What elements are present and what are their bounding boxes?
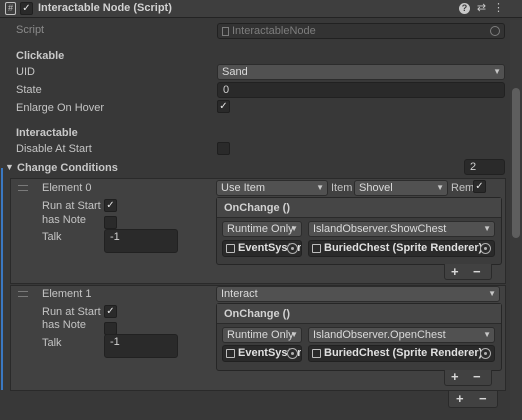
- rem-checkbox[interactable]: ✓: [473, 180, 486, 193]
- disable-label: Disable At Start: [16, 143, 92, 155]
- chevron-down-icon: ▼: [493, 67, 501, 76]
- event-title: OnChange (): [217, 304, 501, 324]
- component-enabled-checkbox[interactable]: ✓: [20, 2, 33, 15]
- runtime-dropdown[interactable]: Runtime Only ▼: [222, 327, 302, 343]
- argument-object-field[interactable]: BuriedChest (Sprite Renderer): [308, 345, 495, 362]
- run-at-start-label: Run at Start: [42, 200, 101, 212]
- uid-value: Sand: [222, 66, 248, 78]
- talk-label: Talk: [42, 337, 62, 349]
- action-value: Use Item: [221, 182, 266, 194]
- script-name: InteractableNode: [232, 25, 316, 37]
- scrollbar-thumb[interactable]: [512, 88, 520, 238]
- foldout-arrow-icon[interactable]: [0, 3, 4, 14]
- clickable-header: Clickable: [16, 50, 65, 62]
- rem-label: Rem: [451, 182, 473, 194]
- uid-dropdown[interactable]: Sand ▼: [217, 64, 505, 80]
- runtime-dropdown[interactable]: Runtime Only ▼: [222, 221, 302, 237]
- disable-checkbox[interactable]: [217, 142, 230, 155]
- enlarge-label: Enlarge On Hover: [16, 102, 105, 114]
- foldout-indent-bar: [1, 168, 3, 390]
- component-title: Interactable Node (Script): [38, 2, 172, 14]
- script-label: Script: [16, 24, 45, 36]
- chevron-down-icon: ▼: [290, 330, 298, 339]
- item-label: Item: [331, 182, 353, 194]
- element-label: Element 0: [42, 182, 92, 194]
- object-picker-icon[interactable]: [480, 243, 491, 254]
- remove-listener-button[interactable]: −: [473, 369, 481, 384]
- has-note-label: has Note: [42, 214, 87, 226]
- change-conditions-label: Change Conditions: [17, 162, 118, 174]
- argument-object-field[interactable]: BuriedChest (Sprite Renderer): [308, 240, 495, 257]
- method-value: IslandObserver.OpenChest: [313, 329, 446, 341]
- uid-label: UID: [16, 66, 35, 78]
- talk-label: Talk: [42, 231, 62, 243]
- state-label: State: [16, 84, 42, 96]
- script-icon: #: [5, 2, 16, 15]
- sprite-renderer-icon: [312, 244, 321, 253]
- runtime-value: Runtime Only: [227, 223, 294, 235]
- chevron-down-icon: ▼: [488, 289, 496, 298]
- has-note-checkbox[interactable]: [104, 216, 117, 229]
- chevron-down-icon: ▼: [483, 330, 491, 339]
- talk-input[interactable]: -1: [104, 334, 178, 358]
- chevron-down-icon: ▼: [290, 224, 298, 233]
- method-dropdown[interactable]: IslandObserver.ShowChest ▼: [308, 221, 495, 237]
- run-at-start-checkbox[interactable]: ✓: [104, 305, 117, 318]
- add-listener-button[interactable]: +: [451, 264, 459, 279]
- argument-object-value: BuriedChest (Sprite Renderer): [324, 347, 483, 359]
- script-file-icon: [222, 27, 229, 36]
- run-at-start-label: Run at Start: [42, 306, 101, 318]
- add-listener-button[interactable]: +: [451, 369, 459, 384]
- target-object-field[interactable]: EventSystem: [222, 240, 302, 257]
- remove-element-button[interactable]: −: [479, 391, 487, 406]
- runtime-value: Runtime Only: [227, 329, 294, 341]
- action-dropdown[interactable]: Interact ▼: [216, 286, 500, 302]
- interactable-header: Interactable: [16, 127, 78, 139]
- preset-icon[interactable]: ⇄: [475, 2, 488, 15]
- object-picker-icon[interactable]: [490, 26, 500, 36]
- script-field: InteractableNode: [217, 23, 505, 39]
- item-dropdown[interactable]: Shovel ▼: [354, 180, 448, 196]
- more-icon[interactable]: ⋮: [492, 2, 505, 15]
- foldout-arrow-icon[interactable]: ▼: [5, 162, 14, 172]
- remove-listener-button[interactable]: −: [473, 264, 481, 279]
- target-object-field[interactable]: EventSystem: [222, 345, 302, 362]
- chevron-down-icon: ▼: [483, 224, 491, 233]
- chevron-down-icon: ▼: [436, 183, 444, 192]
- array-size-input[interactable]: 2: [464, 159, 505, 175]
- object-picker-icon[interactable]: [287, 348, 298, 359]
- action-value: Interact: [221, 288, 258, 300]
- chevron-down-icon: ▼: [316, 183, 324, 192]
- action-dropdown[interactable]: Use Item ▼: [216, 180, 328, 196]
- add-element-button[interactable]: +: [456, 391, 464, 406]
- method-dropdown[interactable]: IslandObserver.OpenChest ▼: [308, 327, 495, 343]
- element-label: Element 1: [42, 288, 92, 300]
- has-note-label: has Note: [42, 319, 87, 331]
- method-value: IslandObserver.ShowChest: [313, 223, 447, 235]
- gameobject-icon: [226, 244, 235, 253]
- run-at-start-checkbox[interactable]: ✓: [104, 199, 117, 212]
- talk-input[interactable]: -1: [104, 229, 178, 253]
- drag-handle-icon[interactable]: [18, 185, 28, 191]
- argument-object-value: BuriedChest (Sprite Renderer): [324, 242, 483, 254]
- object-picker-icon[interactable]: [480, 348, 491, 359]
- sprite-renderer-icon: [312, 349, 321, 358]
- state-input[interactable]: 0: [217, 82, 505, 98]
- drag-handle-icon[interactable]: [18, 291, 28, 297]
- item-value: Shovel: [359, 182, 393, 194]
- object-picker-icon[interactable]: [287, 243, 298, 254]
- event-title: OnChange (): [217, 198, 501, 218]
- gameobject-icon: [226, 349, 235, 358]
- enlarge-checkbox[interactable]: ✓: [217, 100, 230, 113]
- help-icon[interactable]: ?: [458, 2, 471, 15]
